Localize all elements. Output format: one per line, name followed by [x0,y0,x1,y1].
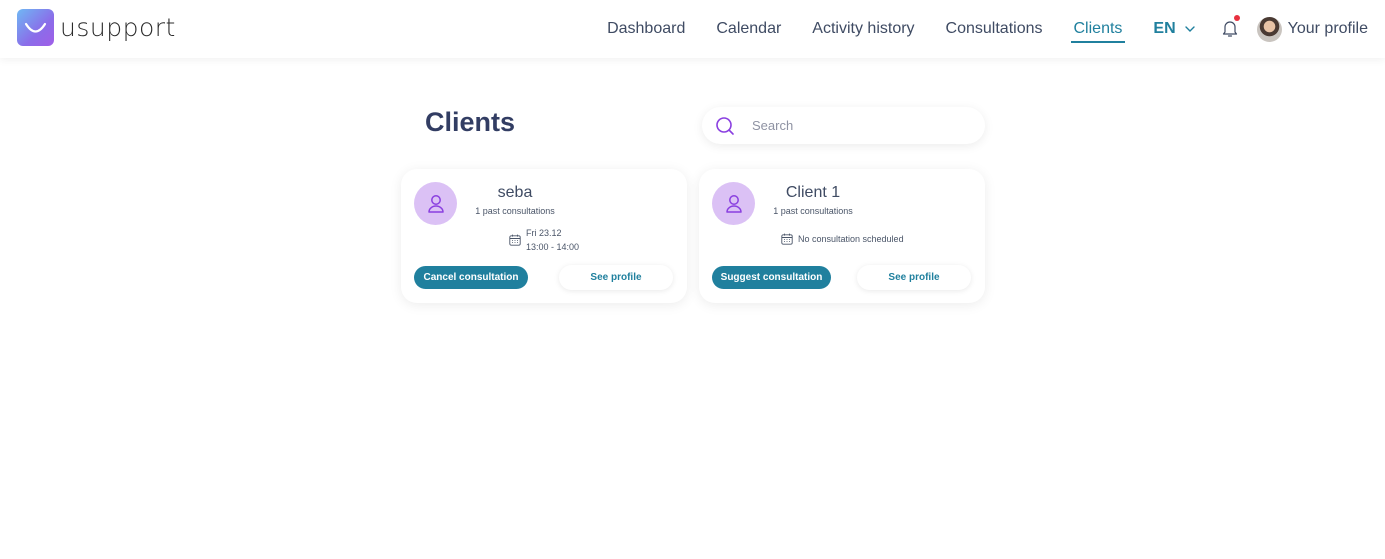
nav-clients[interactable]: Clients [1070,20,1126,43]
client-card: seba 1 past consultations Fri 23.12 13:0… [401,169,687,303]
search-input[interactable] [752,118,952,133]
search-box [702,107,985,144]
calendar-icon [509,234,521,246]
calendar-icon [781,233,793,245]
nav-activity-history[interactable]: Activity history [812,20,914,38]
schedule-time: 13:00 - 14:00 [526,242,580,252]
client-name: Client 1 [785,184,841,201]
nav-dashboard[interactable]: Dashboard [607,20,685,38]
past-consultations: 1 past consultations [475,206,555,216]
schedule-date: Fri 23.12 [526,228,562,238]
user-icon [427,194,444,213]
see-profile-button[interactable]: See profile [857,265,971,290]
no-consultation-text: No consultation scheduled [798,234,904,244]
avatar [1256,16,1282,42]
brand-name: usupport [60,13,176,42]
top-navigation-bar: usupport Dashboard Calendar Activity his… [0,0,1385,58]
nav-calendar[interactable]: Calendar [716,20,781,38]
page-title: Clients [425,107,516,137]
main-navigation: Dashboard Calendar Activity history Cons… [607,0,1385,58]
past-consultations: 1 past consultations [773,206,853,216]
logo-icon [17,9,54,46]
logo[interactable]: usupport [17,9,176,46]
bell-icon [1222,21,1237,37]
consultation-schedule: Fri 23.12 13:00 - 14:00 [509,226,579,254]
notifications-button[interactable] [1221,15,1240,39]
chevron-down-icon [1184,26,1195,32]
client-card: Client 1 1 past consultations No consult… [699,169,985,303]
search-icon [716,116,734,135]
cancel-consultation-button[interactable]: Cancel consultation [414,266,528,289]
client-avatar [414,182,457,225]
language-label: EN [1153,20,1176,37]
notification-dot [1233,15,1240,21]
nav-consultations[interactable]: Consultations [946,20,1043,38]
profile-menu[interactable]: Your profile [1256,16,1368,42]
client-name: seba [497,184,533,201]
client-avatar [712,182,755,225]
user-icon [725,194,742,213]
suggest-consultation-button[interactable]: Suggest consultation [712,266,831,289]
language-selector[interactable]: EN [1153,20,1195,38]
consultation-schedule: No consultation scheduled [781,233,904,245]
see-profile-button[interactable]: See profile [559,265,673,290]
profile-label: Your profile [1287,20,1368,37]
